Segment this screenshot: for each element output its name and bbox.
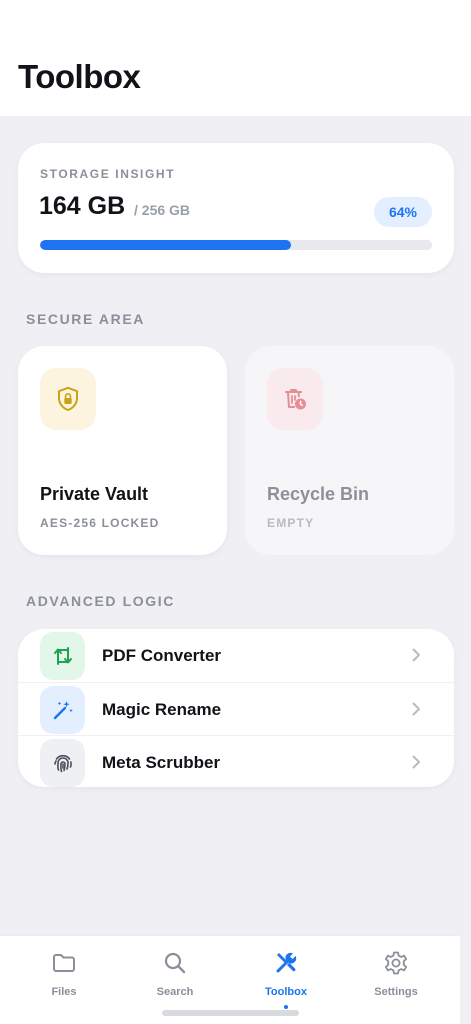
tools-icon — [276, 952, 297, 973]
header-bar: Toolbox — [0, 0, 471, 116]
tab-search-label: Search — [156, 986, 194, 998]
trash-clock-icon — [267, 368, 323, 430]
magic-rename-label: Magic Rename — [102, 700, 222, 719]
recycle-bin-tile[interactable]: Recycle Bin EMPTY — [245, 346, 454, 555]
meta-scrubber-label: Meta Scrubber — [102, 753, 221, 772]
active-tab-indicator — [284, 1005, 288, 1009]
storage-progress-fill — [40, 240, 291, 250]
storage-caption: STORAGE INSIGHT — [40, 167, 176, 181]
section-heading-secure-area: SECURE AREA — [26, 311, 145, 327]
list-item-pdf-converter[interactable]: PDF Converter — [18, 629, 454, 681]
pdf-converter-label: PDF Converter — [102, 646, 222, 665]
recycle-bin-status: EMPTY — [267, 516, 315, 530]
tab-toolbox[interactable]: Toolbox — [246, 950, 326, 1010]
private-vault-status: AES-256 LOCKED — [40, 516, 160, 530]
chevron-right-icon — [408, 701, 424, 717]
storage-used: 164 GB — [39, 192, 126, 220]
convert-arrows-icon — [40, 632, 85, 680]
tab-files[interactable]: Files — [24, 950, 104, 1010]
home-indicator — [162, 1010, 299, 1016]
search-icon — [164, 952, 186, 974]
folder-icon — [53, 954, 75, 972]
advanced-logic-list: PDF Converter Magic Rename Meta Scrubber — [18, 629, 454, 787]
recycle-bin-title: Recycle Bin — [267, 484, 370, 504]
list-item-meta-scrubber[interactable]: Meta Scrubber — [18, 735, 454, 787]
list-item-magic-rename[interactable]: Magic Rename — [18, 682, 454, 734]
chevron-right-icon — [408, 647, 424, 663]
private-vault-title: Private Vault — [40, 484, 149, 504]
shield-lock-icon — [40, 368, 96, 430]
page-title: Toolbox — [18, 58, 141, 95]
tab-search[interactable]: Search — [135, 950, 215, 1010]
section-heading-advanced-logic: ADVANCED LOGIC — [26, 593, 175, 609]
tab-settings-label: Settings — [374, 986, 418, 998]
fingerprint-icon — [40, 739, 85, 787]
magic-wand-icon — [40, 686, 85, 734]
gear-icon — [384, 951, 408, 975]
tab-settings[interactable]: Settings — [356, 950, 436, 1010]
chevron-right-icon — [408, 754, 424, 770]
storage-progress-track — [40, 240, 432, 250]
storage-card[interactable]: STORAGE INSIGHT 164 GB / 256 GB 64% — [18, 143, 454, 273]
tab-files-label: Files — [51, 986, 77, 998]
tab-toolbox-label: Toolbox — [265, 986, 307, 998]
storage-percent-badge: 64% — [374, 197, 432, 227]
private-vault-tile[interactable]: Private Vault AES-256 LOCKED — [18, 346, 227, 555]
storage-total: / 256 GB — [134, 202, 191, 218]
